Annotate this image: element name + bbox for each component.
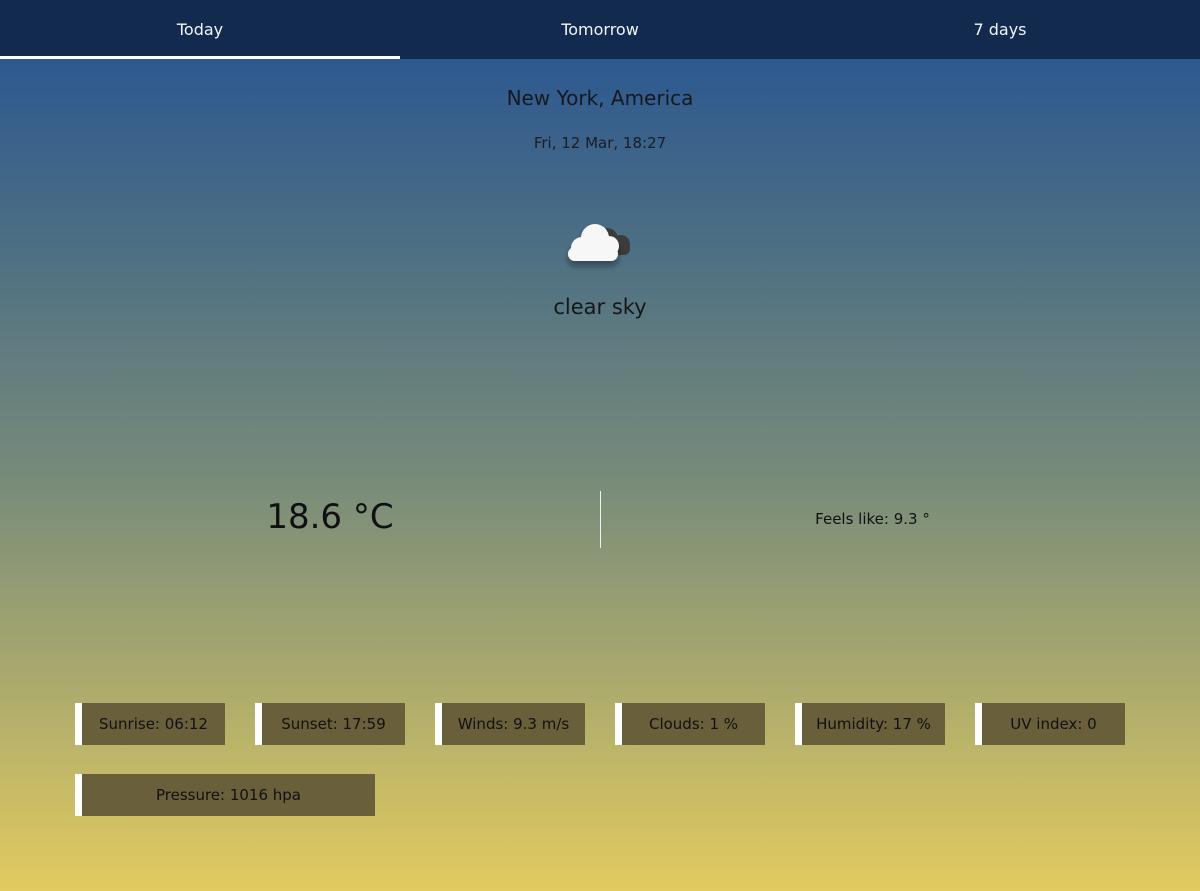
stat-pressure: Pressure: 1016 hpa <box>75 774 375 816</box>
tab-bar: Today Tomorrow 7 days <box>0 0 1200 59</box>
cloud-icon <box>558 215 642 271</box>
tab-today[interactable]: Today <box>0 0 400 59</box>
tab-tomorrow[interactable]: Tomorrow <box>400 0 800 59</box>
stat-sunrise: Sunrise: 06:12 <box>75 703 225 745</box>
stat-clouds: Clouds: 1 % <box>615 703 765 745</box>
temperature-divider <box>600 491 601 548</box>
tab-7-days[interactable]: 7 days <box>800 0 1200 59</box>
stat-humidity: Humidity: 17 % <box>795 703 945 745</box>
temperature: 18.6 °C <box>266 497 394 537</box>
date-time: Fri, 12 Mar, 18:27 <box>533 134 667 152</box>
weather-description: clear sky <box>553 295 647 319</box>
location-title: New York, America <box>506 86 694 110</box>
feels-like: Feels like: 9.3 ° <box>815 510 930 528</box>
stat-winds: Winds: 9.3 m/s <box>435 703 585 745</box>
stat-sunset: Sunset: 17:59 <box>255 703 405 745</box>
stat-uv-index: UV index: 0 <box>975 703 1125 745</box>
